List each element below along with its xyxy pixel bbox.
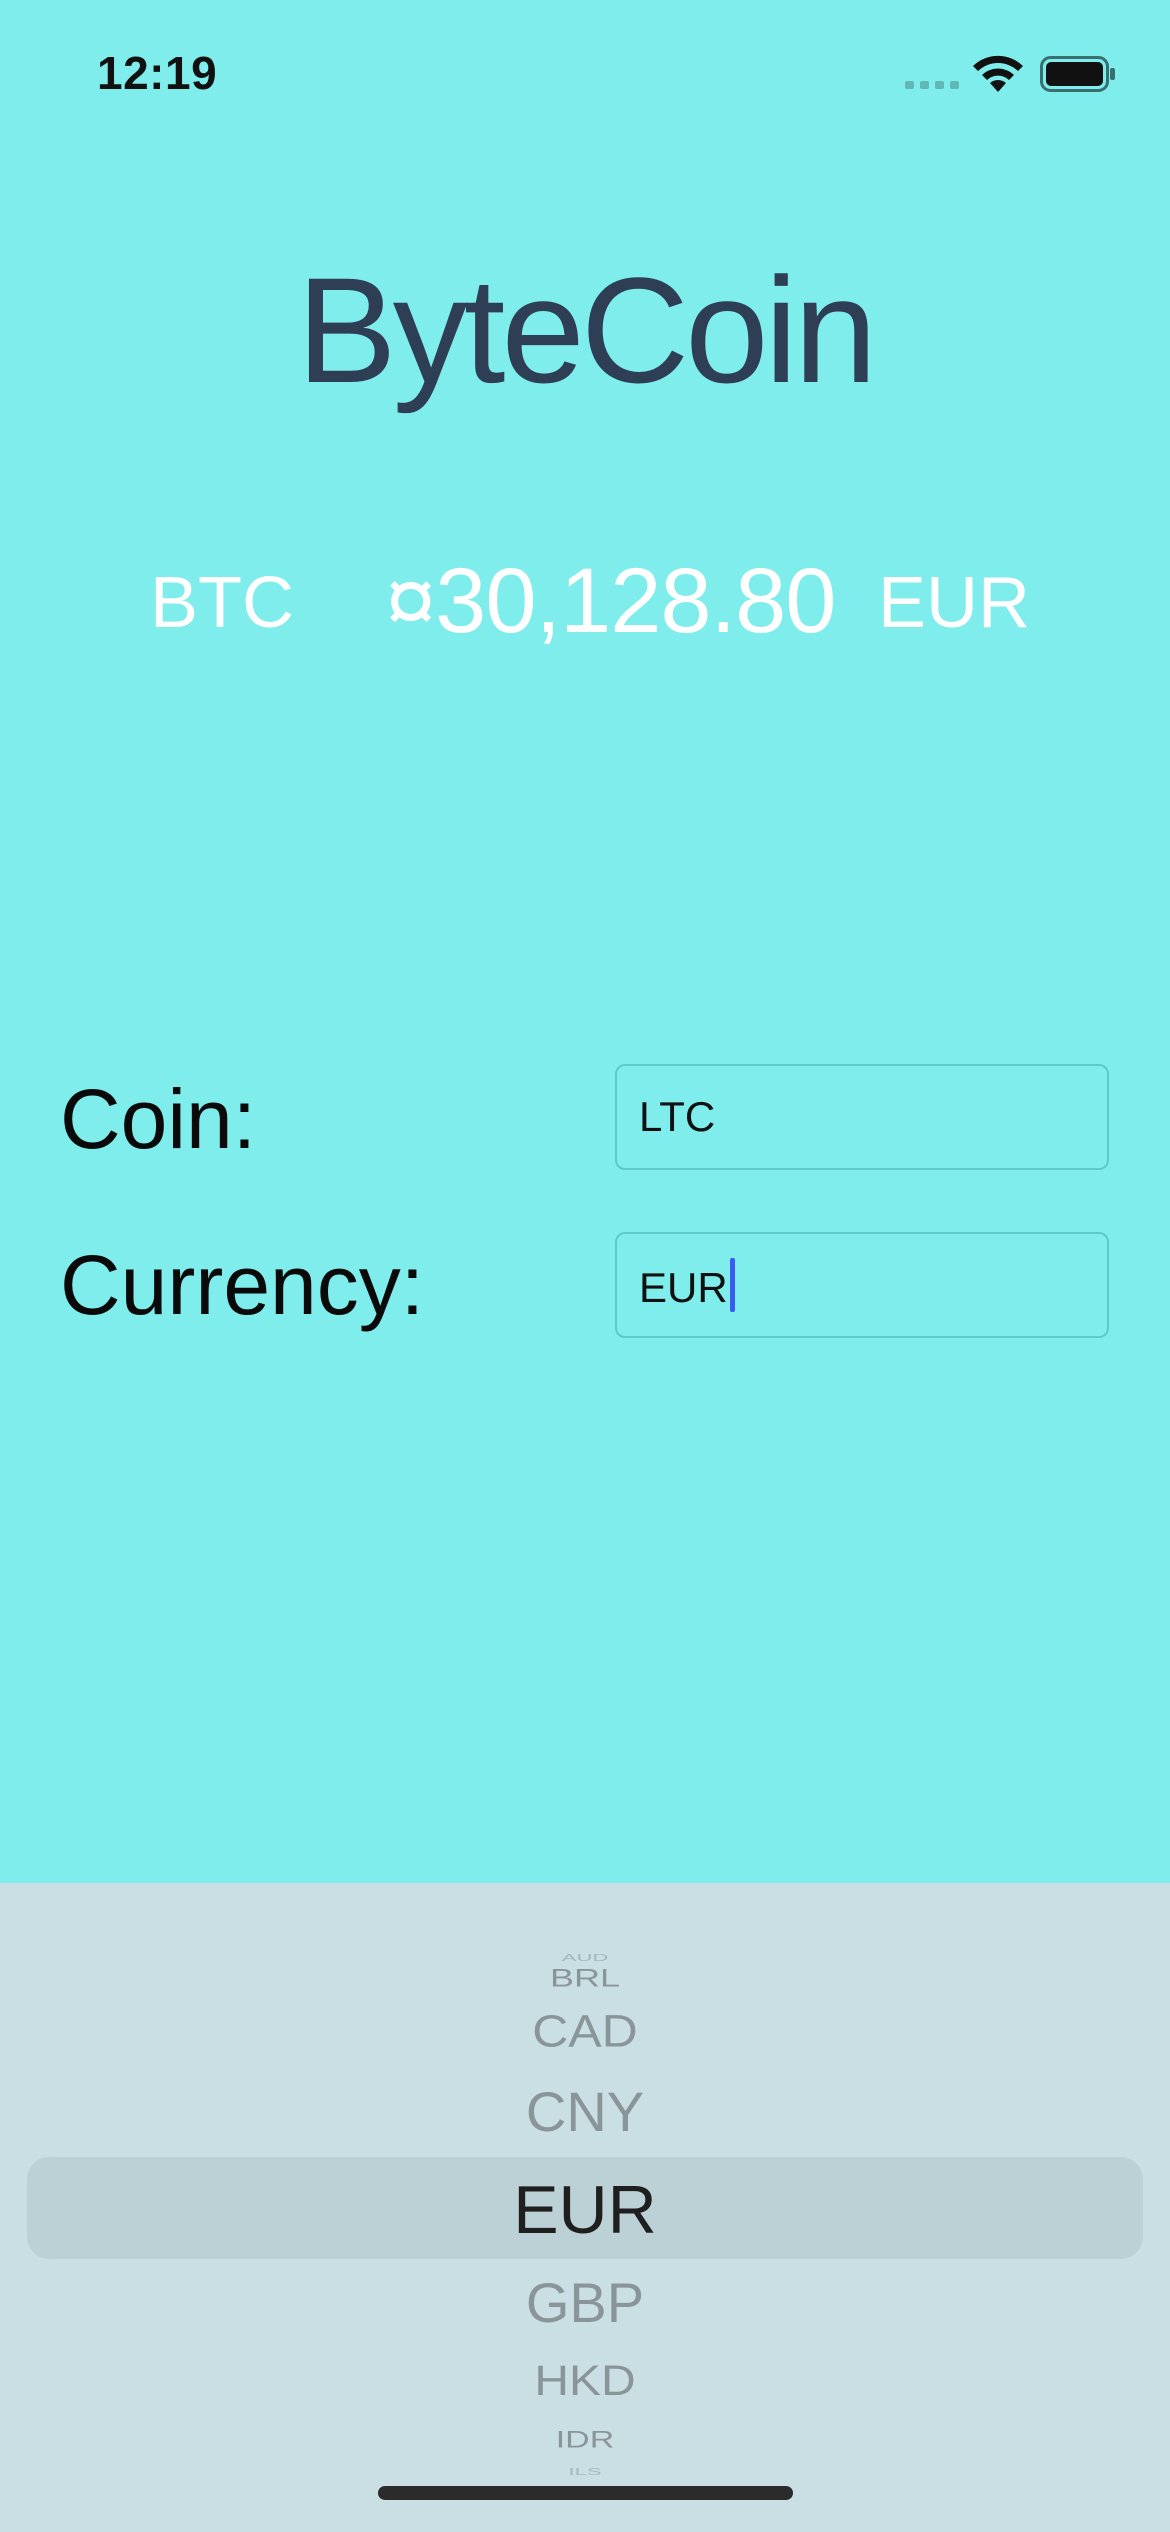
picker-item[interactable]: ILS bbox=[0, 2467, 1170, 2477]
picker-item[interactable]: AUD bbox=[0, 1953, 1170, 1963]
picker-item[interactable]: CAD bbox=[0, 2009, 1170, 2054]
coin-field-value: LTC bbox=[639, 1093, 716, 1140]
picker-item[interactable]: HKD bbox=[0, 2360, 1170, 2403]
picker-item[interactable]: CNY bbox=[0, 2084, 1170, 2140]
rate-coin-label: BTC bbox=[150, 563, 294, 643]
status-time: 12:19 bbox=[97, 47, 218, 99]
picker-item[interactable]: BRL bbox=[0, 1965, 1170, 1990]
rate-currency-label: EUR bbox=[878, 563, 1031, 643]
wifi-icon bbox=[973, 55, 1023, 92]
battery-icon bbox=[1040, 56, 1115, 92]
currency-field-value: EUR bbox=[639, 1264, 728, 1312]
currency-label: Currency: bbox=[60, 1238, 425, 1332]
home-indicator[interactable] bbox=[378, 2486, 793, 2500]
picker-item-selected[interactable]: EUR bbox=[0, 2176, 1170, 2244]
picker-item[interactable]: IDR bbox=[0, 2428, 1170, 2452]
currency-field[interactable]: EUR bbox=[615, 1232, 1109, 1338]
status-bar: 12:19 bbox=[0, 0, 1170, 150]
picker-item[interactable]: GBP bbox=[0, 2275, 1170, 2331]
rate-display: BTC ¤30,128.80 EUR bbox=[0, 555, 1170, 655]
currency-field-text: EUR bbox=[639, 1258, 735, 1318]
coin-label: Coin: bbox=[60, 1072, 257, 1166]
text-caret bbox=[729, 1258, 735, 1312]
app-title: ByteCoin bbox=[296, 246, 878, 414]
cellular-signal-icon bbox=[905, 81, 959, 89]
currency-picker[interactable]: AUD BRL CAD CNY EUR GBP HKD IDR ILS bbox=[0, 1883, 1170, 2532]
rate-value: ¤30,128.80 bbox=[385, 550, 836, 652]
coin-field[interactable]: LTC bbox=[615, 1064, 1109, 1170]
